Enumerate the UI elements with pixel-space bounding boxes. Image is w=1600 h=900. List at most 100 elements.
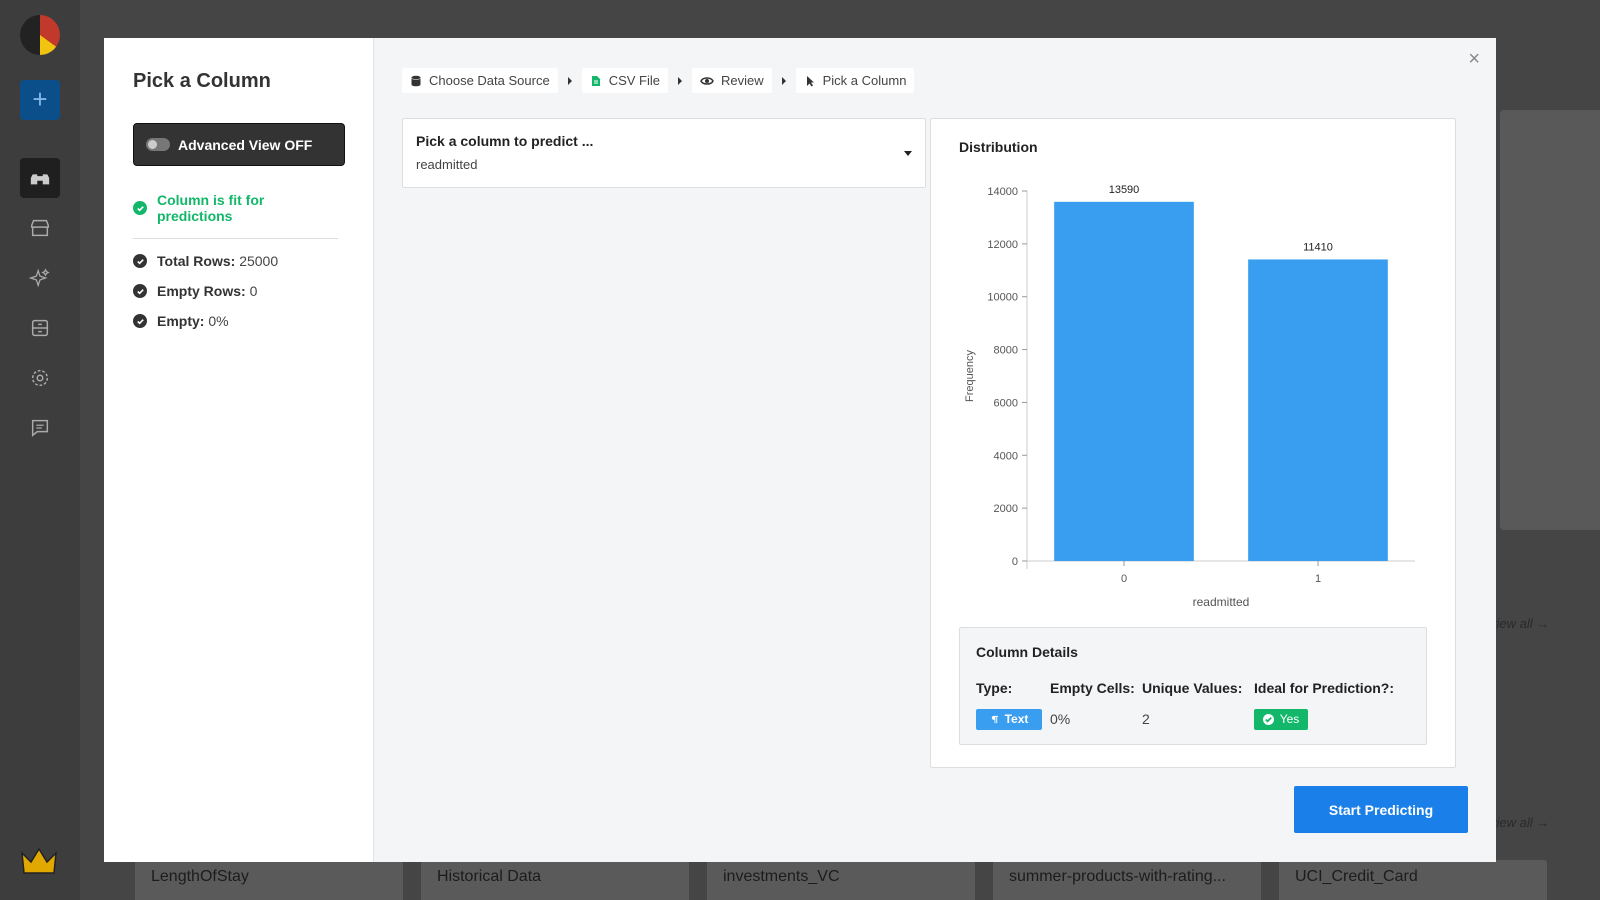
detail-unique-values: Unique Values: 2 [1142,680,1254,730]
stat-total-rows: Total Rows: 25000 [133,253,344,269]
detail-type-label: Type: [976,680,1013,696]
start-predicting-button[interactable]: Start Predicting [1294,786,1468,833]
breadcrumb-label: CSV File [608,73,660,88]
caret-right-icon [781,76,786,85]
app-sidebar: + [0,0,80,900]
y-tick-label: 14000 [987,186,1018,198]
detail-empty-label: Empty Cells: [1050,680,1135,696]
file-icon [591,75,600,86]
eye-icon [700,76,714,85]
toggle-switch-icon[interactable] [146,138,170,151]
detail-unique-value: 2 [1142,711,1150,727]
y-tick-label: 0 [1012,556,1018,568]
fit-status: Column is fit for predictions [133,192,338,239]
breadcrumb-review[interactable]: Review [691,68,772,93]
y-tick-label: 4000 [994,450,1018,462]
column-details: Column Details Type: Text Empty Cells: 0… [959,627,1427,745]
stat-value: 0% [208,313,229,329]
modal-content: × Choose Data Source CSV File Review Pic… [374,38,1496,862]
y-tick-label: 10000 [987,292,1018,304]
detail-unique-label: Unique Values: [1142,680,1243,696]
x-tick-label: 0 [1121,573,1127,585]
distribution-panel: Distribution 0 2000 4000 6000 8000 10000 12000… [930,118,1456,768]
binoculars-icon[interactable] [20,158,60,198]
dataset-card[interactable]: LengthOfStay [135,860,403,900]
background-dataset-list: LengthOfStay Historical Data investments… [135,860,1547,900]
dataset-card[interactable]: summer-products-with-rating... [993,860,1261,900]
bar-data-label: 11410 [1303,241,1333,253]
background-panel [1500,110,1600,530]
y-tick-label: 2000 [994,503,1018,515]
stat-label: Empty: [157,313,205,329]
detail-empty-cells: Empty Cells: 0% [1050,680,1142,730]
breadcrumb-label: Choose Data Source [429,73,550,88]
column-details-grid: Type: Text Empty Cells: 0% Unique Values… [976,680,1394,730]
database-icon [411,75,421,86]
modal-sidebar: Pick a Column Advanced View OFF Column i… [104,38,374,862]
type-badge: Text [976,708,1042,730]
breadcrumb-label: Pick a Column [822,73,907,88]
bar [1054,201,1194,562]
dataset-card[interactable]: UCI_Credit_Card [1279,860,1547,900]
breadcrumb: Choose Data Source CSV File Review Pick … [402,68,915,93]
y-tick-label: 8000 [994,345,1018,357]
ideal-badge: Yes [1254,708,1308,730]
advanced-view-label: Advanced View OFF [178,136,313,153]
stat-value: 0 [249,283,258,299]
dataset-card[interactable]: Historical Data [421,860,689,900]
picker-label: Pick a column to predict ... [416,133,594,149]
check-circle-icon [133,314,147,328]
app-logo[interactable] [20,15,60,55]
add-icon[interactable]: + [20,80,60,120]
distribution-title: Distribution [959,139,1038,155]
column-picker-dropdown[interactable]: Pick a column to predict ... readmitted [402,118,926,188]
modal-title: Pick a Column [133,70,271,92]
detail-empty-value: 0% [1050,711,1071,727]
breadcrumb-pick-a-column[interactable]: Pick a Column [795,68,915,93]
stat-label: Total Rows: [157,253,236,269]
y-tick-label: 12000 [987,239,1018,251]
ideal-value: Yes [1279,712,1300,726]
y-axis-label: Frequency [964,350,976,402]
picker-selected-value: readmitted [416,157,478,172]
breadcrumb-label: Review [720,73,764,88]
paragraph-icon [991,715,998,723]
gear-icon[interactable] [20,358,60,398]
breadcrumb-choose-data-source[interactable]: Choose Data Source [402,68,558,93]
sparkles-icon[interactable] [20,258,60,298]
close-icon[interactable]: × [1468,48,1480,71]
x-tick-label: 1 [1315,573,1321,585]
chevron-down-icon[interactable] [904,151,912,156]
stat-empty-rows: Empty Rows: 0 [133,283,344,299]
caret-right-icon [567,76,572,85]
bar [1248,259,1388,561]
fit-message: Column is fit for predictions [157,192,265,224]
check-circle-icon [1262,713,1274,725]
archive-icon[interactable] [20,308,60,348]
caret-right-icon [677,76,682,85]
stat-value: 25000 [239,253,279,269]
advanced-view-toggle[interactable]: Advanced View OFF [133,123,345,166]
check-circle-icon [133,254,147,268]
x-axis-label: readmitted [1193,595,1250,609]
chat-icon[interactable] [20,408,60,448]
crown-icon[interactable] [20,845,58,883]
column-details-title: Column Details [976,644,1078,660]
check-circle-icon [133,201,147,215]
view-all-link[interactable]: view all → [1490,815,1549,830]
distribution-chart: 02000400060008000100001200014000 13590011… [964,184,1415,609]
store-icon[interactable] [20,208,60,248]
stat-empty-percent: Empty: 0% [133,313,344,329]
y-tick-label: 6000 [994,397,1018,409]
cursor-icon [806,75,814,86]
view-all-link[interactable]: view all → [1490,616,1549,631]
pick-column-modal: Pick a Column Advanced View OFF Column i… [104,38,1496,862]
detail-type: Type: Text [976,680,1050,730]
detail-ideal-for-prediction: Ideal for Prediction?: Yes [1254,680,1394,730]
check-circle-icon [133,284,147,298]
stat-label: Empty Rows: [157,283,246,299]
bar-data-label: 13590 [1109,184,1140,196]
type-value: Text [1004,712,1029,726]
breadcrumb-csv-file[interactable]: CSV File [581,68,668,93]
dataset-card[interactable]: investments_VC [707,860,975,900]
